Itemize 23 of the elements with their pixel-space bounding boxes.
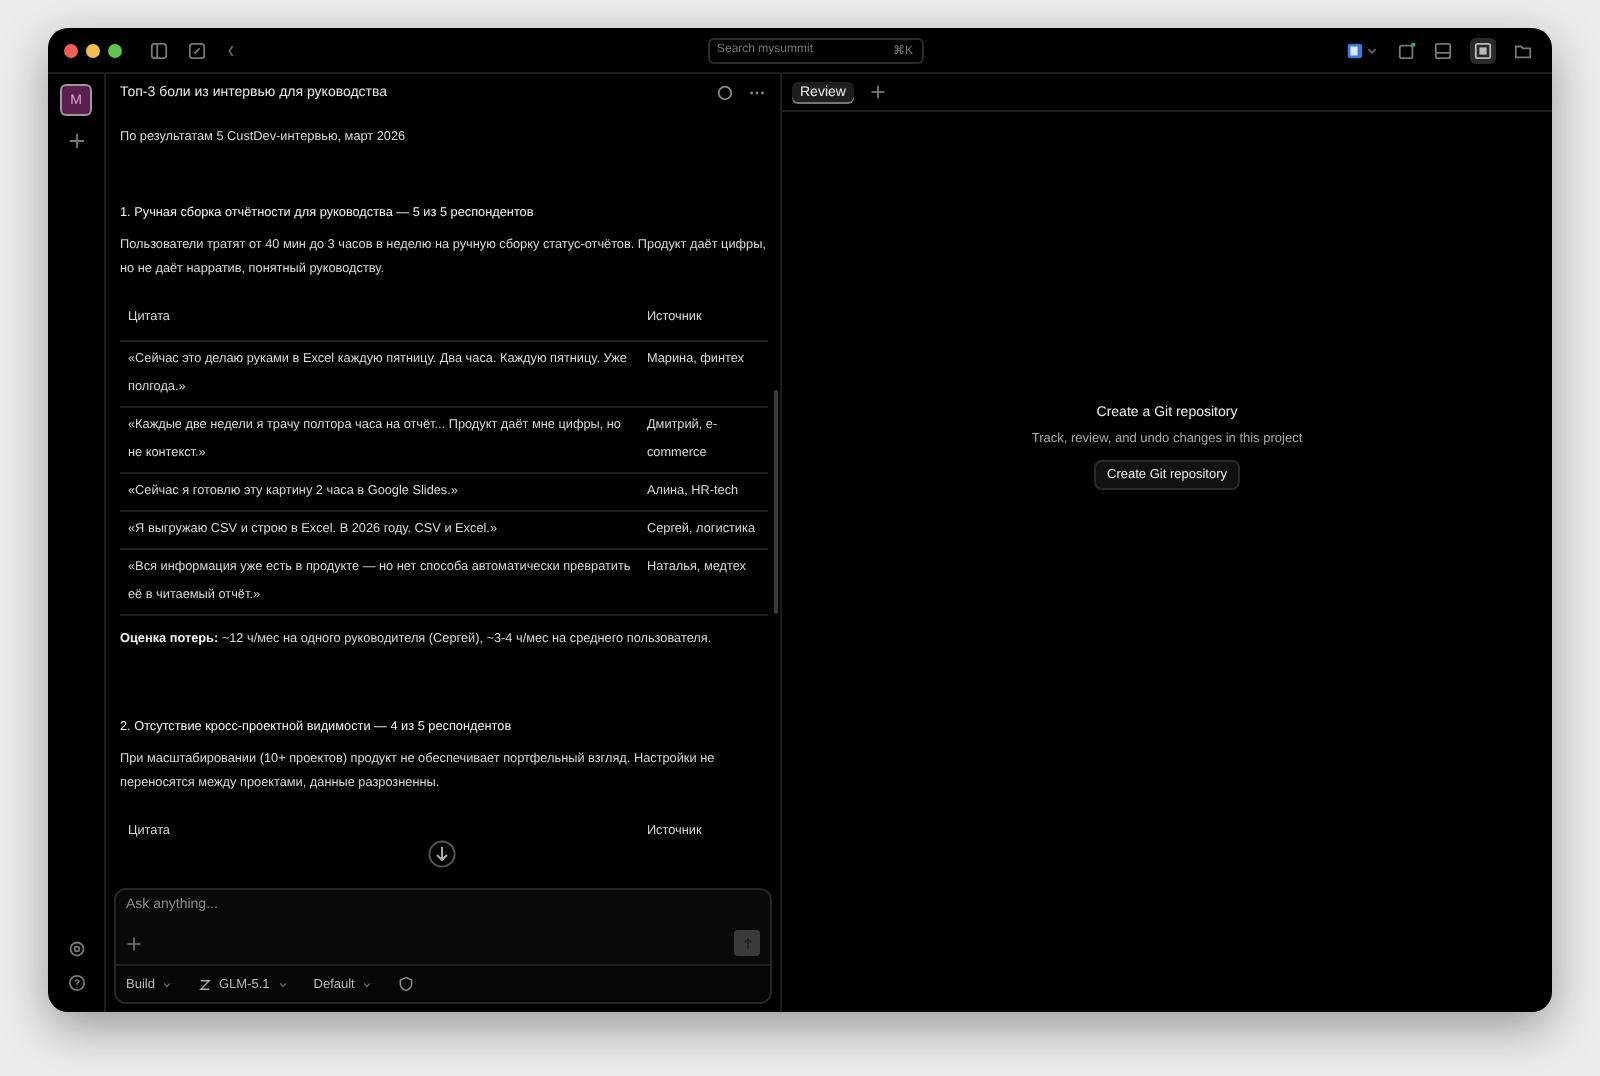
panel-icon[interactable]	[1434, 41, 1452, 59]
shield-icon[interactable]	[398, 976, 415, 992]
add-tab-icon[interactable]	[869, 84, 886, 100]
status-circle-icon	[716, 83, 734, 101]
sidebar-icon[interactable]	[150, 41, 168, 59]
zoom-dot[interactable]	[108, 43, 122, 57]
plus-icon[interactable]	[126, 935, 142, 951]
caret-icon	[160, 977, 175, 991]
arrow-up-icon	[739, 935, 755, 951]
compose-icon[interactable]	[188, 41, 206, 59]
settings-icon[interactable]	[67, 940, 85, 958]
back-icon[interactable]	[226, 41, 236, 59]
caret-icon	[360, 977, 375, 991]
scroll-down-icon[interactable]	[428, 840, 456, 868]
plus-icon[interactable]	[67, 132, 85, 150]
help-icon[interactable]	[67, 974, 85, 992]
minimize-dot[interactable]	[86, 43, 100, 57]
app-icon[interactable]	[1346, 41, 1380, 59]
panel-icon[interactable]	[1470, 37, 1496, 63]
model-logo-icon	[198, 977, 213, 991]
caret-icon	[275, 977, 290, 991]
folder-icon[interactable]	[1514, 41, 1532, 59]
close-dot[interactable]	[64, 43, 78, 57]
